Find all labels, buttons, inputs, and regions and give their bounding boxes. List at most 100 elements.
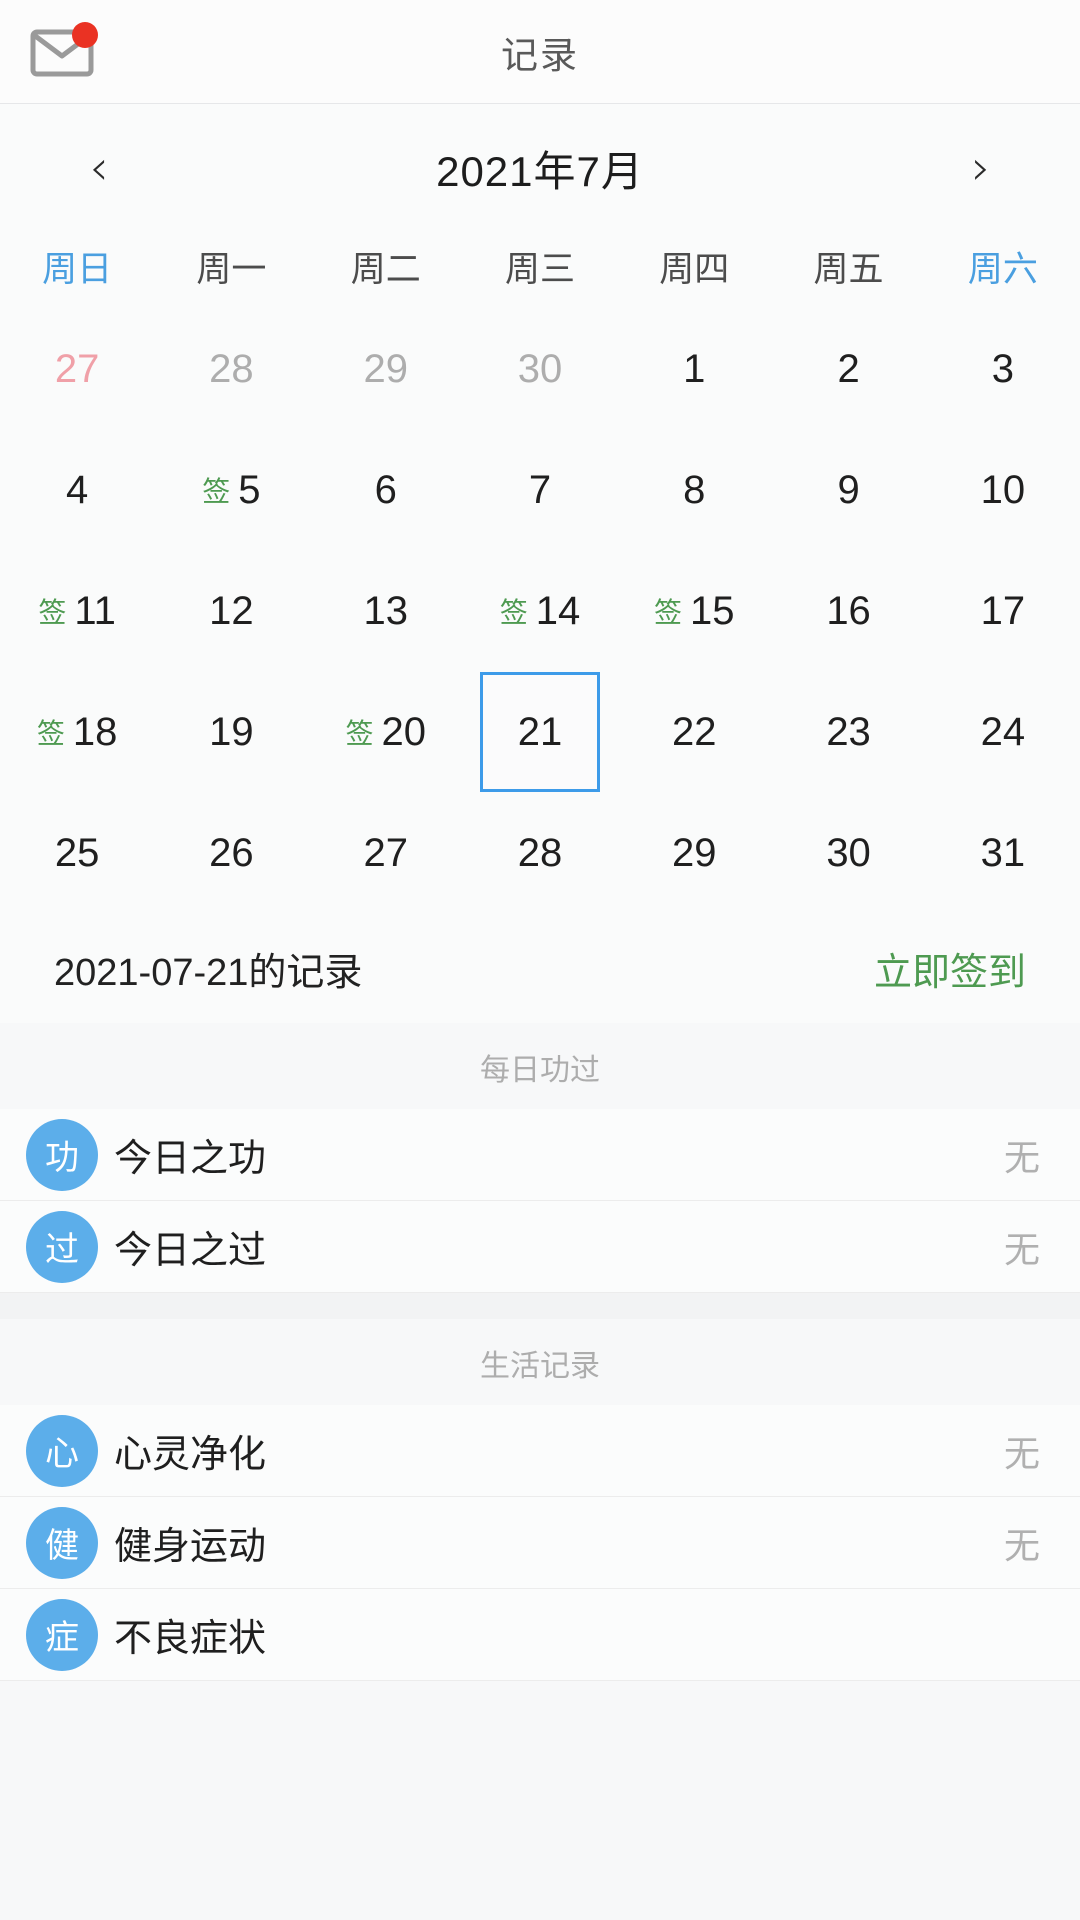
calendar-day-8[interactable]: 8 (617, 429, 771, 550)
day-inner: 28 (479, 792, 600, 913)
calendar-day-11[interactable]: 签 11 (0, 550, 154, 671)
day-inner: 签 20 (325, 671, 446, 792)
calendar-day-1[interactable]: 1 (617, 308, 771, 429)
day-inner: 10 (942, 429, 1063, 550)
list-item-value: 无 (1003, 1432, 1040, 1474)
day-number: 15 (690, 588, 735, 633)
calendar-day-15[interactable]: 签 15 (617, 550, 771, 671)
day-number: 30 (517, 346, 563, 391)
calendar-day-24[interactable]: 24 (926, 671, 1080, 792)
section-title: 每日功过 (480, 1054, 600, 1087)
calendar-day-21[interactable]: 21 (463, 671, 617, 792)
month-label[interactable]: 2021年7月 (436, 138, 644, 199)
day-number: 7 (528, 467, 552, 512)
page-title: 记录 (501, 34, 579, 76)
calendar-day-2[interactable]: 2 (771, 308, 925, 429)
day-inner: 28 (171, 308, 292, 429)
day-inner: 30 (788, 792, 909, 913)
sign-in-mark-icon: 签 (499, 596, 528, 628)
sign-in-now-button[interactable]: 立即签到 (874, 941, 1026, 996)
calendar-day-13[interactable]: 13 (309, 550, 463, 671)
next-month-chevron-icon[interactable]: › (946, 144, 1016, 192)
day-number: 28 (517, 830, 563, 875)
day-inner: 29 (634, 792, 755, 913)
list-item-label: 今日之功 (114, 1138, 267, 1180)
day-inner: 22 (634, 671, 755, 792)
day-number: 18 (72, 709, 118, 754)
calendar-day-20[interactable]: 签 20 (309, 671, 463, 792)
calendar-day-16[interactable]: 16 (771, 550, 925, 671)
calendar-day-31[interactable]: 31 (926, 792, 1080, 913)
calendar-day-25[interactable]: 25 (0, 792, 154, 913)
calendar-day-23[interactable]: 23 (771, 671, 925, 792)
day-inner: 19 (171, 671, 292, 792)
day-number: 30 (826, 830, 871, 875)
section-1: 生活记录心心灵净化无健健身运动无症不良症状 (0, 1319, 1080, 1681)
weekday-1: 周一 (196, 249, 267, 289)
day-inner: 签5 (171, 429, 292, 550)
calendar-day-29[interactable]: 29 (309, 308, 463, 429)
list-item[interactable]: 症不良症状 (0, 1589, 1080, 1681)
day-number: 20 (381, 709, 426, 754)
day-number: 5 (238, 467, 261, 512)
day-number: 26 (209, 830, 254, 875)
calendar-day-9[interactable]: 9 (771, 429, 925, 550)
day-inner: 13 (325, 550, 446, 671)
calendar-day-3[interactable]: 3 (926, 308, 1080, 429)
calendar-day-7[interactable]: 7 (463, 429, 617, 550)
calendar-day-14[interactable]: 签 14 (463, 550, 617, 671)
calendar-day-30[interactable]: 30 (463, 308, 617, 429)
day-inner: 24 (942, 671, 1063, 792)
day-number: 27 (363, 830, 408, 875)
calendar-day-17[interactable]: 17 (926, 550, 1080, 671)
calendar-card: ‹ 2021年7月 › 周日 周一 周二 周三 周四 周五 周六 27 28 29 30 1 2 3 4 签… (0, 104, 1080, 913)
calendar-day-28[interactable]: 28 (154, 308, 308, 429)
calendar-day-27[interactable]: 27 (0, 308, 154, 429)
mail-button[interactable] (30, 18, 122, 88)
month-navigation: ‹ 2021年7月 › (0, 112, 1080, 224)
prev-month-chevron-icon[interactable]: ‹ (64, 144, 134, 192)
list-item[interactable]: 过今日之过 无 (0, 1201, 1080, 1293)
day-inner: 8 (634, 429, 755, 550)
calendar-day-19[interactable]: 19 (154, 671, 308, 792)
weekday-5: 周五 (813, 249, 884, 289)
record-sections: 每日功过功今日之功无过今日之过无生活记录心心灵净化无健健身运动无症不良症状 (0, 1023, 1080, 1681)
list-item[interactable]: 健健身运动 无 (0, 1497, 1080, 1589)
calendar-day-4[interactable]: 4 (0, 429, 154, 550)
day-number: 29 (672, 830, 717, 875)
day-number: 27 (54, 346, 100, 391)
day-inner: 29 (325, 308, 446, 429)
day-number: 24 (980, 709, 1026, 754)
day-number: 14 (535, 588, 581, 633)
day-inner: 6 (325, 429, 446, 550)
list-item-value: 无 (1003, 1524, 1040, 1566)
calendar-day-6[interactable]: 6 (309, 429, 463, 550)
day-number: 22 (672, 709, 717, 754)
day-inner: 1 (634, 308, 755, 429)
calendar-day-5[interactable]: 签5 (154, 429, 308, 550)
calendar-day-22[interactable]: 22 (617, 671, 771, 792)
day-inner: 签 11 (17, 550, 138, 671)
list-item-label: 健身运动 (114, 1526, 267, 1568)
calendar-grid: 27 28 29 30 1 2 3 4 签 5 6 7 8 9 10 签 11 12 13 签 14 签 15 16 17 签 18… (0, 308, 1080, 913)
list-item[interactable]: 心心灵净化 无 (0, 1405, 1080, 1497)
top-bar: 记录 (0, 0, 1080, 104)
calendar-day-12[interactable]: 12 (154, 550, 308, 671)
calendar-day-29[interactable]: 29 (617, 792, 771, 913)
day-number: 10 (980, 467, 1026, 512)
weekday-header: 周日 周一 周二 周三 周四 周五 周六 (0, 224, 1080, 308)
calendar-day-10[interactable]: 10 (926, 429, 1080, 550)
avatar: 过 (26, 1210, 98, 1283)
calendar-day-28[interactable]: 28 (463, 792, 617, 913)
calendar-day-30[interactable]: 30 (771, 792, 925, 913)
calendar-day-27[interactable]: 27 (309, 792, 463, 913)
day-number: 9 (837, 467, 860, 512)
calendar-day-26[interactable]: 26 (154, 792, 308, 913)
day-number: 29 (363, 346, 408, 391)
day-inner: 27 (17, 308, 138, 429)
sign-in-mark-icon: 签 (202, 475, 231, 507)
weekday-3: 周三 (504, 249, 575, 289)
calendar-day-18[interactable]: 签 18 (0, 671, 154, 792)
weekday-0: 周日 (42, 249, 113, 289)
list-item[interactable]: 功今日之功 无 (0, 1109, 1080, 1201)
